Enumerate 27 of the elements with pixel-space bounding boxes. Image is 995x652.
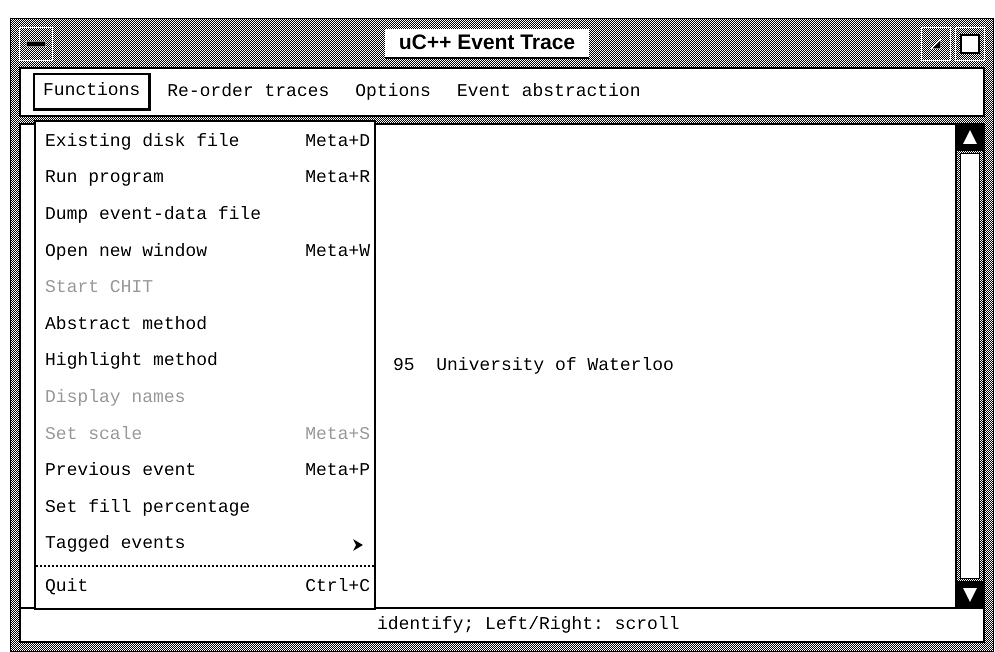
minus-icon	[26, 41, 46, 47]
menu-item[interactable]: Run program Meta+R	[36, 160, 374, 198]
menu-title[interactable]: Options	[345, 73, 441, 111]
corner-icon	[931, 39, 941, 49]
minimize-button[interactable]	[921, 27, 951, 61]
maximize-button[interactable]	[955, 27, 985, 61]
status-line: identify; Left/Right: scroll	[377, 614, 680, 636]
menu-title[interactable]: Event abstraction	[446, 73, 651, 111]
trace-text: 95 University of Waterloo	[393, 354, 675, 378]
submenu-arrow-icon	[352, 538, 364, 552]
scroll-down-icon[interactable]	[957, 581, 983, 607]
menu-item[interactable]: Set fill percentage	[36, 490, 374, 527]
scroll-up-icon[interactable]	[957, 125, 983, 151]
menu-item[interactable]: Previous event Meta+P	[36, 453, 374, 490]
menu-item[interactable]: Tagged events	[36, 526, 374, 564]
menu-item[interactable]: Existing disk file Meta+D	[36, 124, 374, 161]
menu-item[interactable]: Highlight method	[36, 344, 374, 380]
menu-item[interactable]: Dump event-data file	[36, 197, 374, 234]
square-icon	[960, 34, 980, 54]
window-menu-button[interactable]	[19, 27, 53, 61]
menu-item[interactable]: Open new window Meta+W	[36, 234, 374, 270]
menu-item[interactable]: Abstract method	[36, 306, 374, 344]
menu-item[interactable]: Quit Ctrl+C	[36, 569, 374, 606]
window-title: uC++ Event Trace	[384, 29, 590, 59]
menu-title[interactable]: Functions	[33, 73, 152, 111]
menu-title[interactable]: Re-order traces	[157, 73, 340, 111]
scrollbar[interactable]	[955, 125, 983, 607]
